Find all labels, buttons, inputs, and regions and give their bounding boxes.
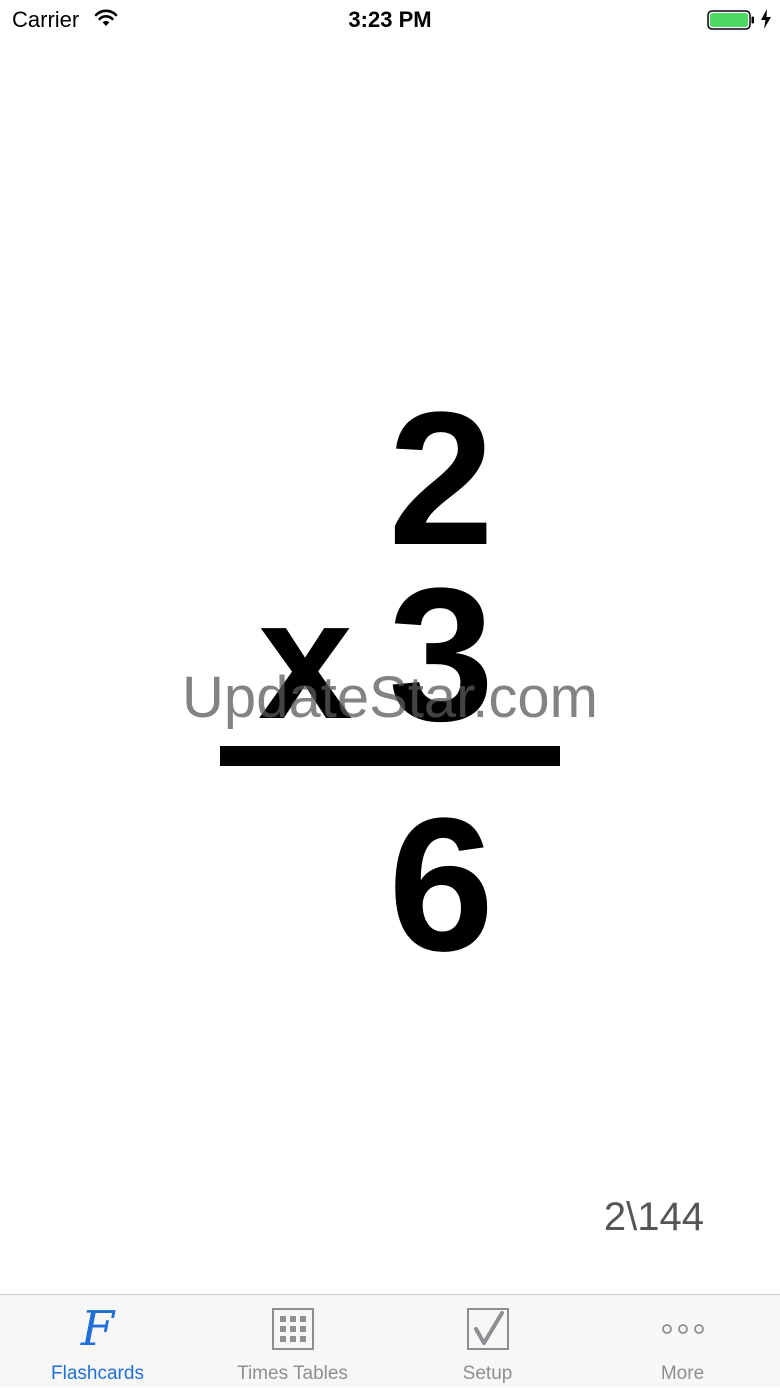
status-bar: Carrier 3:23 PM — [0, 0, 780, 40]
tab-times-tables[interactable]: Times Tables — [195, 1295, 390, 1388]
progress-counter: 2\144 — [603, 1195, 704, 1239]
grid-icon — [271, 1308, 314, 1350]
flashcards-f-icon: F — [76, 1301, 120, 1357]
charging-icon — [761, 9, 771, 29]
tab-flashcards[interactable]: F Flashcards — [0, 1295, 195, 1388]
tab-label-setup: Setup — [462, 1363, 513, 1384]
tab-label-more: More — [660, 1363, 705, 1384]
more-dots-icon — [661, 1324, 704, 1334]
flashcard[interactable]: 2 x 3 6 UpdateStar.com 2\144 — [0, 40, 780, 1294]
answer-divider-line — [220, 746, 560, 766]
tab-bar: F Flashcards Times Tables Setup More — [0, 1294, 780, 1387]
battery-icon — [707, 10, 754, 30]
tab-label-flashcards: Flashcards — [51, 1363, 144, 1384]
tab-label-times-tables: Times Tables — [237, 1363, 348, 1384]
status-time: 3:23 PM — [348, 7, 432, 32]
tab-more[interactable]: More — [585, 1295, 780, 1388]
top-operand: 2 — [388, 373, 494, 585]
checkbox-icon — [466, 1308, 509, 1350]
flashcards-f-glyph: F — [80, 1301, 115, 1357]
watermark-text: UpdateStar.com — [182, 665, 598, 730]
tab-setup[interactable]: Setup — [390, 1295, 585, 1388]
answer-value: 6 — [388, 779, 494, 991]
